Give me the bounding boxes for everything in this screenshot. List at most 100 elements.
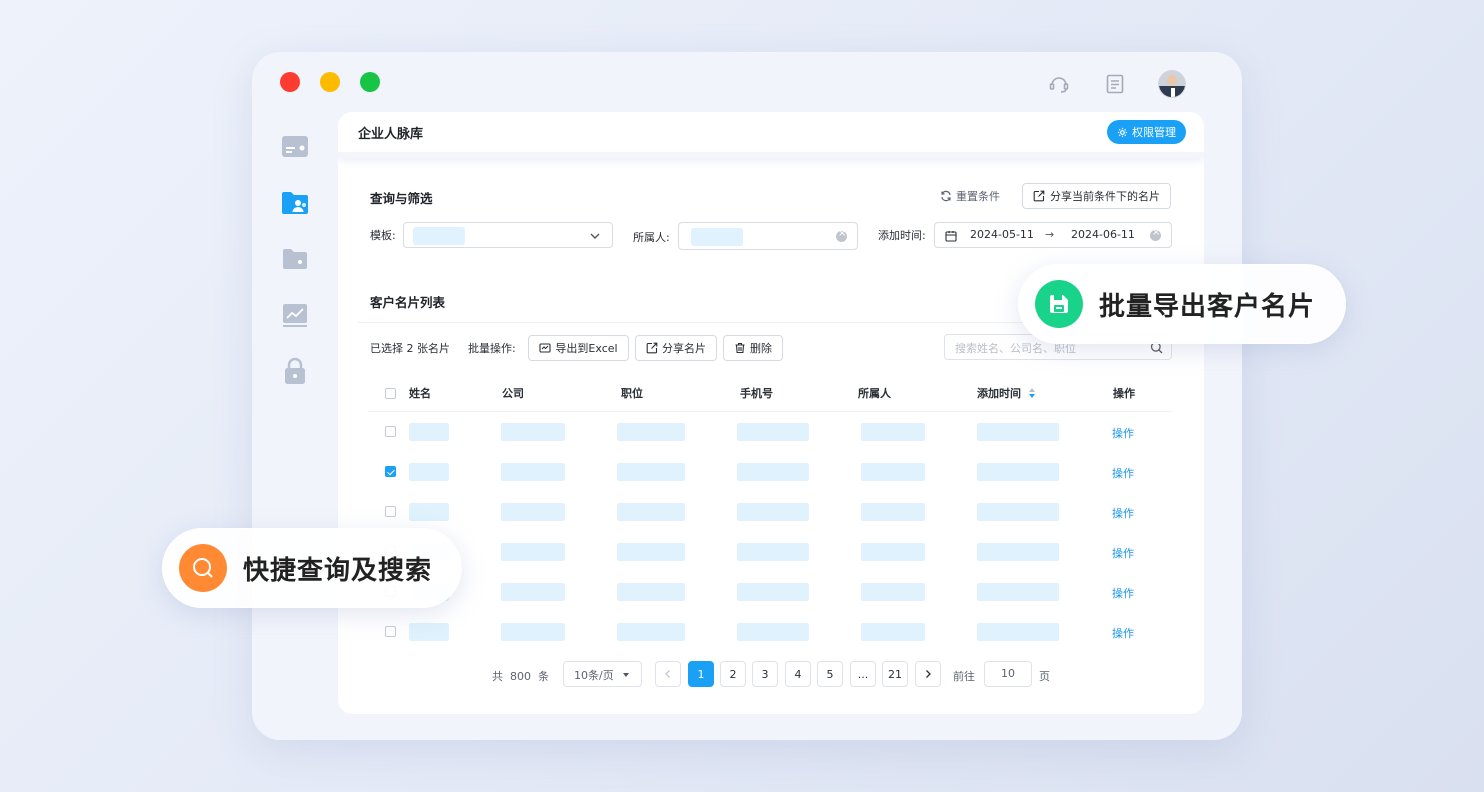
template-select[interactable] — [403, 222, 613, 248]
filter-section-title: 查询与筛选 — [370, 191, 433, 206]
header-name[interactable]: 姓名 — [409, 385, 431, 401]
sidebar — [280, 132, 310, 412]
sidebar-item-stats[interactable] — [280, 300, 310, 330]
cell-placeholder — [737, 583, 809, 601]
total-count: 800 — [510, 670, 531, 683]
selected-info: 已选择 2 张名片 — [370, 340, 450, 356]
share-cards-label: 分享名片 — [662, 342, 706, 355]
sort-icon[interactable] — [1028, 388, 1036, 398]
header-added-time[interactable]: 添加时间 — [977, 385, 1021, 401]
list-section-title: 客户名片列表 — [370, 295, 446, 310]
export-callout-text: 批量导出客户名片 — [1099, 291, 1316, 322]
permission-button-label: 权限管理 — [1132, 126, 1176, 139]
row-action-link[interactable]: 操作 — [1112, 425, 1134, 441]
share-cards-button[interactable]: 分享名片 — [635, 335, 717, 361]
reset-label: 重置条件 — [956, 190, 1000, 203]
header-owner[interactable]: 所属人 — [858, 385, 891, 401]
share-filter-button[interactable]: 分享当前条件下的名片 — [1022, 183, 1171, 209]
cell-placeholder — [617, 503, 685, 521]
lock-icon — [285, 357, 305, 384]
date-arrow: → — [1045, 228, 1055, 241]
prev-page-button[interactable] — [655, 661, 681, 687]
export-excel-label: 导出到Excel — [555, 342, 618, 355]
cell-placeholder — [501, 503, 565, 521]
cell-placeholder — [977, 503, 1059, 521]
page-size-value: 10条/页 — [574, 669, 614, 682]
cell-placeholder — [617, 423, 685, 441]
minimize-window-button[interactable] — [320, 72, 340, 92]
cell-placeholder — [737, 503, 809, 521]
page-button[interactable]: 2 — [720, 661, 746, 687]
main-panel: 企业人脉库 权限管理 查询与筛选 重置条件 分享当前条件下的名片 模板: 所属人… — [338, 112, 1204, 714]
row-checkbox[interactable] — [385, 466, 396, 477]
headset-icon[interactable] — [1046, 71, 1072, 97]
date-range-picker[interactable]: 2024-05-11 → 2024-06-11 — [934, 222, 1172, 248]
page-button[interactable]: 4 — [785, 661, 811, 687]
page-title: 企业人脉库 — [358, 126, 424, 142]
sidebar-item-folder[interactable] — [280, 244, 310, 274]
cell-placeholder — [977, 543, 1059, 561]
permission-button[interactable]: 权限管理 — [1107, 120, 1186, 144]
reset-button[interactable]: 重置条件 — [940, 188, 1000, 204]
sidebar-item-contacts[interactable] — [280, 188, 310, 218]
row-checkbox[interactable] — [385, 506, 396, 517]
page-button[interactable]: 5 — [817, 661, 843, 687]
header-action: 操作 — [1113, 387, 1135, 400]
next-page-button[interactable] — [915, 661, 941, 687]
close-window-button[interactable] — [280, 72, 300, 92]
cell-placeholder — [737, 543, 809, 561]
document-icon[interactable] — [1102, 71, 1128, 97]
row-action-link[interactable]: 操作 — [1112, 505, 1134, 521]
chevron-left-icon — [665, 670, 670, 678]
header-phone[interactable]: 手机号 — [740, 385, 773, 401]
export-excel-button[interactable]: 导出到Excel — [528, 335, 629, 361]
clear-icon[interactable] — [836, 228, 847, 242]
template-label: 模板: — [370, 229, 396, 242]
row-action-link[interactable]: 操作 — [1112, 585, 1134, 601]
cell-placeholder — [501, 583, 565, 601]
goto-page-input[interactable]: 10 — [984, 661, 1032, 687]
refresh-icon — [941, 190, 951, 202]
row-action-link[interactable]: 操作 — [1112, 625, 1134, 641]
page-button[interactable]: 1 — [688, 661, 714, 687]
chart-icon — [283, 304, 307, 327]
sidebar-item-cards[interactable] — [280, 132, 310, 162]
row-action-link[interactable]: 操作 — [1112, 545, 1134, 561]
user-avatar[interactable] — [1158, 70, 1186, 98]
chevron-right-icon — [926, 670, 931, 678]
cell-placeholder — [501, 623, 565, 641]
cell-placeholder — [737, 623, 809, 641]
date-end: 2024-06-11 — [1071, 228, 1135, 241]
row-checkbox[interactable] — [385, 426, 396, 437]
table-header-divider — [368, 411, 1172, 412]
page-size-select[interactable]: 10条/页 — [563, 661, 642, 687]
delete-button[interactable]: 删除 — [723, 335, 783, 361]
app-window: 企业人脉库 权限管理 查询与筛选 重置条件 分享当前条件下的名片 模板: 所属人… — [252, 52, 1242, 740]
cell-placeholder — [977, 623, 1059, 641]
goto-label: 前往 — [953, 670, 975, 683]
export-icon — [539, 343, 551, 353]
cell-placeholder — [501, 423, 565, 441]
goto-suffix: 页 — [1039, 670, 1050, 683]
search-callout-text: 快捷查询及搜索 — [243, 555, 433, 586]
row-checkbox[interactable] — [385, 626, 396, 637]
cell-placeholder — [861, 543, 925, 561]
maximize-window-button[interactable] — [360, 72, 380, 92]
contacts-folder-icon — [282, 192, 308, 214]
owner-select[interactable] — [678, 222, 858, 250]
header-company[interactable]: 公司 — [502, 385, 524, 401]
selected-prefix: 已选择 — [370, 342, 403, 355]
page-button[interactable]: 21 — [882, 661, 908, 687]
clear-date-icon[interactable] — [1150, 227, 1161, 241]
save-icon — [1035, 280, 1083, 328]
page-button[interactable]: 3 — [752, 661, 778, 687]
header-position[interactable]: 职位 — [621, 385, 643, 401]
sidebar-item-security[interactable] — [280, 356, 310, 386]
template-value — [413, 227, 465, 245]
cell-placeholder — [617, 463, 685, 481]
date-start: 2024-05-11 — [970, 228, 1034, 241]
page-ellipsis[interactable]: ... — [850, 661, 876, 687]
cell-placeholder — [617, 543, 685, 561]
row-action-link[interactable]: 操作 — [1112, 465, 1134, 481]
select-all-checkbox[interactable] — [385, 388, 396, 399]
